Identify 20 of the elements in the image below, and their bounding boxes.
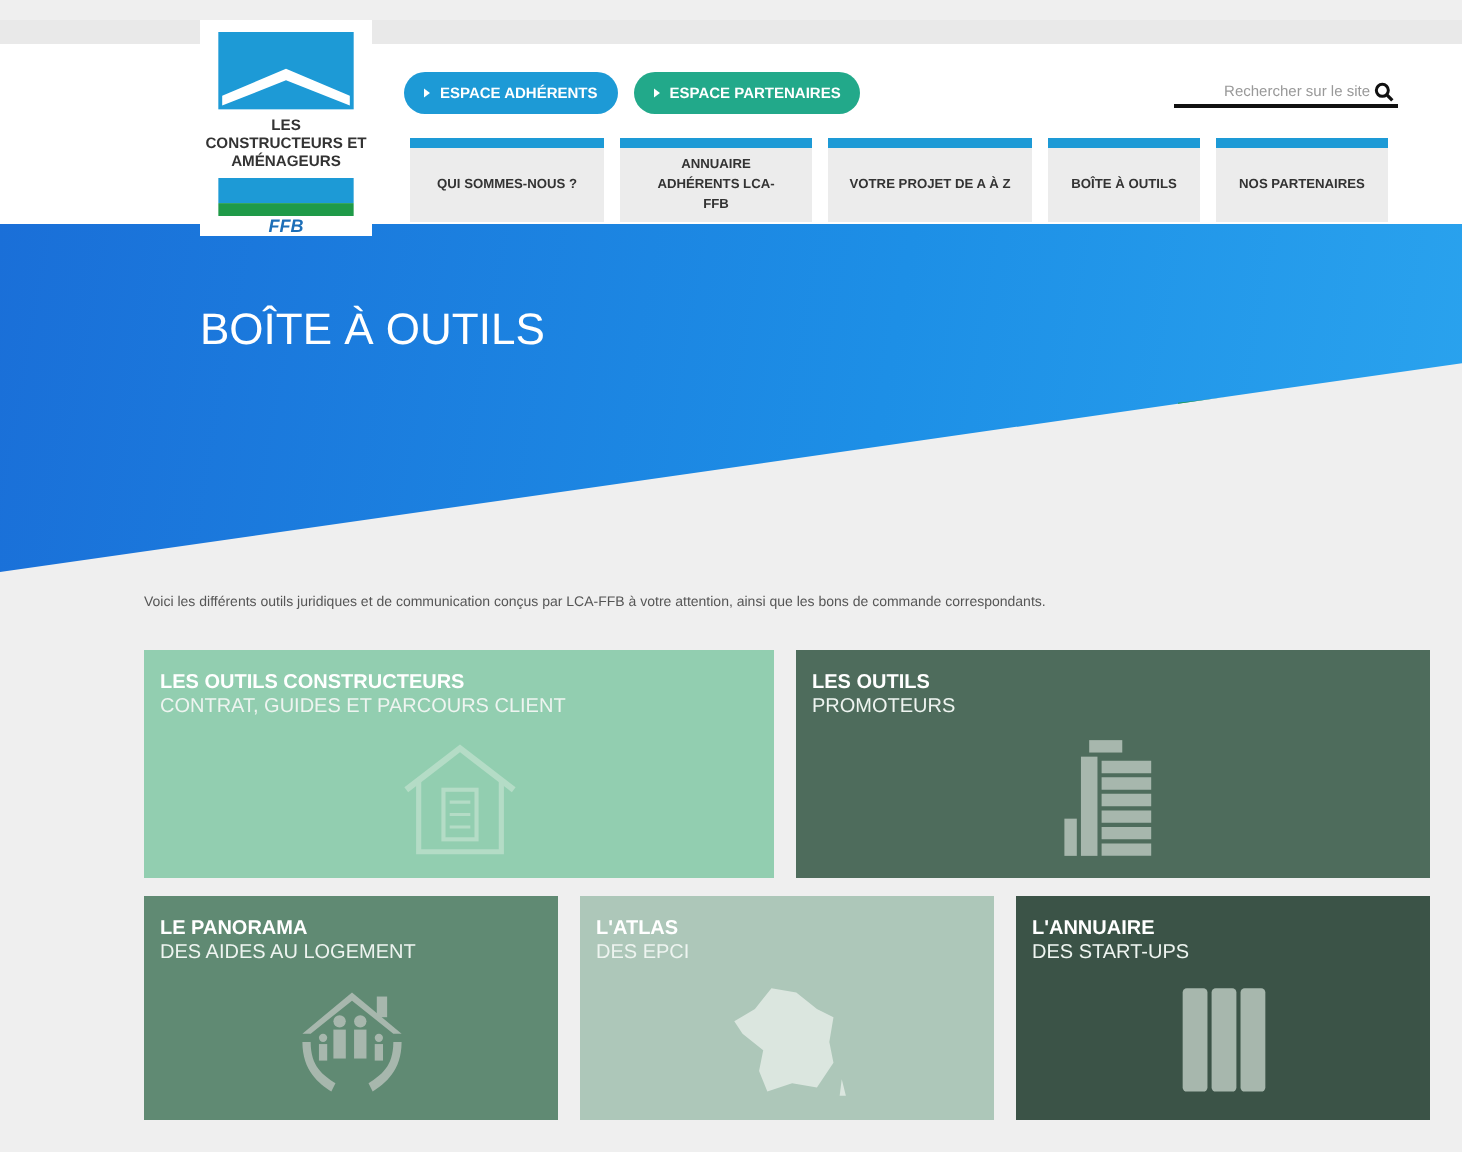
tile-subtitle: PROMOTEURS [812,696,956,718]
tile-title: L'ANNUAIRE [1032,918,1155,940]
roof-logo-icon [216,32,356,110]
tile-title: L'ATLAS [596,918,679,940]
tile-title: LES OUTILS CONSTRUCTEURS [160,672,465,694]
tile-title: LE PANORAMA [160,918,308,940]
tool-tile[interactable]: LES OUTILS PROMOTEURS [796,650,1430,878]
tile-subtitle: DES AIDES AU LOGEMENT [160,942,416,964]
logo-label: FFB [268,216,304,236]
tool-tile[interactable]: L'ANNUAIRE DES START-UPS [1016,896,1430,1120]
triangle-icon [424,87,430,97]
tool-tile[interactable]: LE PANORAMA DES AIDES AU LOGEMENT [144,896,558,1120]
page-title: BOÎTE À OUTILS [200,304,545,356]
tile-subtitle: DES EPCI [596,942,690,964]
search-icon[interactable] [1374,82,1394,102]
tile-subtitle: DES START-UPS [1032,942,1190,964]
triangle-icon [653,87,660,97]
tile-title: LES OUTILS [812,672,930,694]
flag-logo-icon [216,177,356,216]
tile-subtitle: CONTRAT, GUIDES ET PARCOURS CLIENT [160,696,566,718]
